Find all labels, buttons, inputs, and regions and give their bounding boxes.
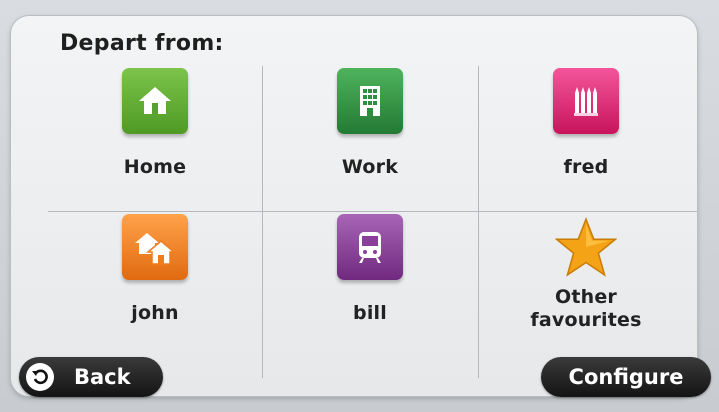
work-label: Work: [341, 156, 399, 178]
train-icon: [337, 214, 403, 280]
other-favourites-label: Other favourites: [530, 286, 642, 331]
home-icon: [122, 68, 188, 134]
star-icon: [553, 214, 619, 280]
fred-option[interactable]: fred: [479, 66, 693, 210]
configure-label: Configure: [568, 365, 684, 389]
bill-option[interactable]: bill: [263, 212, 477, 356]
configure-button[interactable]: Configure: [541, 357, 711, 397]
work-option[interactable]: Work: [263, 66, 477, 210]
other-favourites-option[interactable]: Other favourites: [479, 212, 693, 356]
back-button[interactable]: Back: [19, 357, 163, 397]
home-label: Home: [123, 156, 187, 178]
bill-label: bill: [353, 302, 387, 324]
houses-icon: [122, 214, 188, 280]
favourite-pencils-icon: [553, 68, 619, 134]
favourites-grid: Home Work fred john bill Other favourite…: [48, 66, 697, 378]
back-label: Back: [74, 365, 131, 389]
home-option[interactable]: Home: [48, 66, 262, 210]
page-title: Depart from:: [60, 31, 224, 56]
back-arrow-icon: [26, 363, 54, 391]
fred-label: fred: [563, 156, 609, 178]
office-building-icon: [337, 68, 403, 134]
john-label: john: [131, 302, 179, 324]
john-option[interactable]: john: [48, 212, 262, 356]
